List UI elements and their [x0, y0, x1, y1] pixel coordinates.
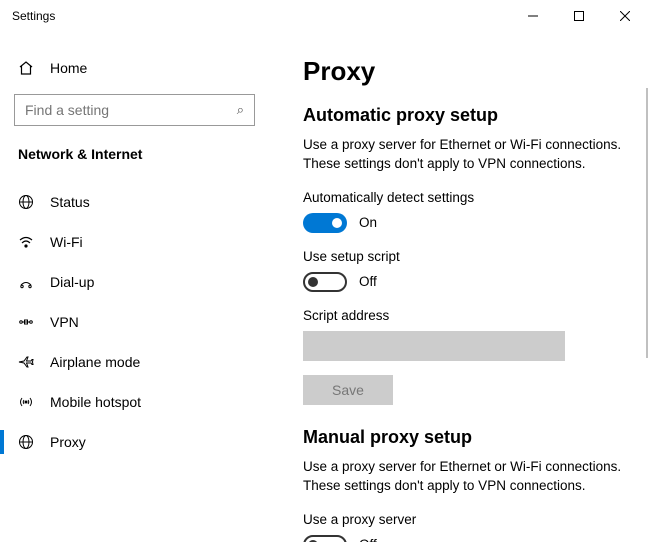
use-proxy-state: Off — [359, 537, 377, 542]
auto-desc: Use a proxy server for Ethernet or Wi-Fi… — [303, 136, 643, 174]
manual-heading: Manual proxy setup — [303, 427, 644, 448]
sidebar-item-label: Mobile hotspot — [50, 394, 141, 410]
sidebar-item-dialup[interactable]: Dial-up — [0, 262, 269, 302]
script-address-label: Script address — [303, 308, 644, 323]
sidebar-category: Network & Internet — [0, 140, 269, 174]
wifi-icon — [18, 234, 34, 250]
sidebar-item-label: Wi-Fi — [50, 234, 83, 250]
maximize-button[interactable] — [556, 0, 602, 32]
airplane-icon — [18, 354, 34, 370]
use-script-label: Use setup script — [303, 249, 644, 264]
home-link[interactable]: Home — [0, 48, 269, 88]
home-icon — [18, 60, 34, 76]
window-controls — [510, 0, 648, 32]
manual-desc: Use a proxy server for Ethernet or Wi-Fi… — [303, 458, 643, 496]
auto-detect-state: On — [359, 215, 377, 230]
sidebar-nav: Status Wi-Fi Dial-up VPN — [0, 182, 269, 462]
proxy-icon — [18, 434, 34, 450]
use-script-toggle[interactable] — [303, 272, 347, 292]
use-proxy-label: Use a proxy server — [303, 512, 644, 527]
sidebar-item-airplane[interactable]: Airplane mode — [0, 342, 269, 382]
close-button[interactable] — [602, 0, 648, 32]
content-pane: Proxy Automatic proxy setup Use a proxy … — [269, 32, 648, 542]
home-label: Home — [50, 60, 87, 76]
search-icon: ⌕ — [237, 102, 244, 118]
sidebar: Home ⌕ Network & Internet Status Wi-Fi — [0, 32, 269, 542]
sidebar-item-label: Proxy — [50, 434, 86, 450]
sidebar-item-label: Dial-up — [50, 274, 94, 290]
sidebar-item-label: Airplane mode — [50, 354, 140, 370]
sidebar-item-hotspot[interactable]: Mobile hotspot — [0, 382, 269, 422]
minimize-icon — [528, 11, 538, 21]
sidebar-item-status[interactable]: Status — [0, 182, 269, 222]
use-script-state: Off — [359, 274, 377, 289]
save-button[interactable]: Save — [303, 375, 393, 405]
sidebar-item-wifi[interactable]: Wi-Fi — [0, 222, 269, 262]
page-title: Proxy — [303, 56, 644, 87]
dialup-icon — [18, 274, 34, 290]
hotspot-icon — [18, 394, 34, 410]
sidebar-item-label: Status — [50, 194, 90, 210]
titlebar: Settings — [0, 0, 648, 32]
sidebar-item-label: VPN — [50, 314, 79, 330]
auto-detect-toggle[interactable] — [303, 213, 347, 233]
sidebar-item-proxy[interactable]: Proxy — [0, 422, 269, 462]
sidebar-item-vpn[interactable]: VPN — [0, 302, 269, 342]
minimize-button[interactable] — [510, 0, 556, 32]
use-proxy-toggle[interactable] — [303, 535, 347, 542]
close-icon — [620, 11, 630, 21]
script-address-input[interactable] — [303, 331, 565, 361]
auto-heading: Automatic proxy setup — [303, 105, 644, 126]
maximize-icon — [574, 11, 584, 21]
auto-detect-label: Automatically detect settings — [303, 190, 644, 205]
search-input[interactable] — [15, 95, 254, 125]
search-box[interactable]: ⌕ — [14, 94, 255, 126]
window-title: Settings — [12, 9, 55, 23]
vpn-icon — [18, 314, 34, 330]
globe-icon — [18, 194, 34, 210]
